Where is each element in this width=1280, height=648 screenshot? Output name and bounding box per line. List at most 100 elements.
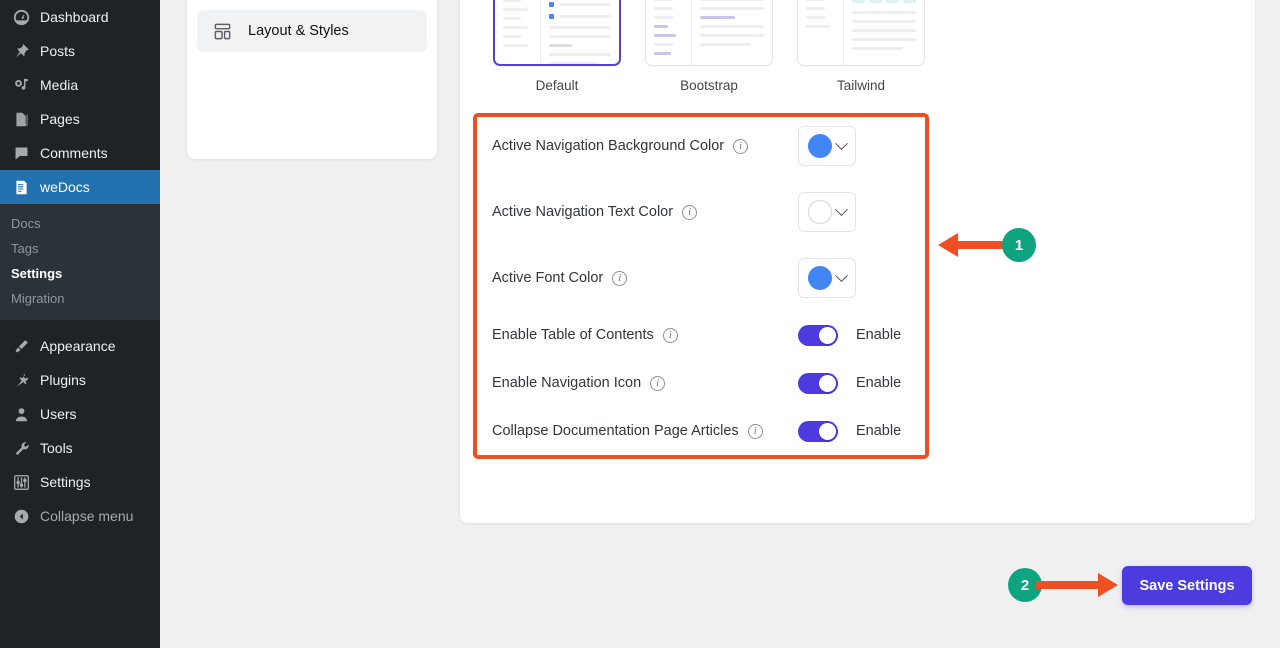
comments-icon bbox=[11, 143, 31, 163]
info-icon[interactable]: i bbox=[733, 138, 749, 154]
user-icon bbox=[11, 404, 31, 424]
submenu-item-settings[interactable]: Settings bbox=[0, 261, 160, 286]
sidebar-item-plugins[interactable]: Plugins bbox=[0, 363, 160, 397]
color-picker-button[interactable] bbox=[798, 192, 856, 232]
info-icon[interactable]: i bbox=[662, 327, 678, 343]
screen-root: Dashboard Posts Media Pages Comments weD… bbox=[0, 0, 1280, 648]
toggle-switch[interactable] bbox=[798, 372, 838, 394]
sidebar-item-appearance[interactable]: Appearance bbox=[0, 329, 160, 363]
toggle-state-label: Enable bbox=[856, 423, 902, 439]
sidebar-label: Pages bbox=[40, 111, 80, 127]
sidebar-label: weDocs bbox=[40, 179, 90, 195]
save-settings-button[interactable]: Save Settings bbox=[1122, 566, 1252, 605]
annotation-1: 1 bbox=[932, 228, 1036, 267]
sidebar-item-comments[interactable]: Comments bbox=[0, 136, 160, 170]
template-option-tailwind[interactable]: Tailwind bbox=[797, 0, 925, 93]
sidebar-item-media[interactable]: Media bbox=[0, 68, 160, 102]
template-thumbnail[interactable] bbox=[493, 0, 621, 66]
sidebar-label: Posts bbox=[40, 43, 76, 59]
settings-nav-panel: Widget Preference Layout & Styles bbox=[187, 0, 437, 159]
setting-label: Active Font Color i bbox=[492, 270, 628, 286]
setting-control bbox=[798, 258, 856, 298]
template-label: Bootstrap bbox=[680, 78, 738, 93]
collapse-menu-button[interactable]: Collapse menu bbox=[0, 499, 160, 533]
sidebar-label: Media bbox=[40, 77, 79, 93]
setting-label: Enable Table of Contents i bbox=[492, 327, 678, 343]
toggle-switch[interactable] bbox=[798, 420, 838, 442]
template-thumbnail[interactable] bbox=[797, 0, 925, 66]
setting-control bbox=[798, 192, 856, 232]
submenu-item-tags[interactable]: Tags bbox=[0, 236, 160, 261]
setting-label: Active Navigation Background Color i bbox=[492, 138, 749, 154]
layout-icon bbox=[211, 20, 233, 42]
sidebar-label: Users bbox=[40, 406, 77, 422]
nav-item-layout-and-styles[interactable]: Layout & Styles bbox=[197, 10, 427, 52]
info-icon[interactable]: i bbox=[747, 423, 763, 439]
sidebar-item-users[interactable]: Users bbox=[0, 397, 160, 431]
document-icon bbox=[11, 177, 31, 197]
sidebar-item-settings[interactable]: Settings bbox=[0, 465, 160, 499]
setting-control bbox=[798, 126, 856, 166]
info-icon[interactable]: i bbox=[650, 375, 666, 391]
pages-icon bbox=[11, 109, 31, 129]
chevron-down-icon bbox=[835, 136, 848, 150]
setting-label: Active Navigation Text Color i bbox=[492, 204, 698, 220]
wordpress-admin-sidebar: Dashboard Posts Media Pages Comments weD… bbox=[0, 0, 168, 648]
toggle-state-label: Enable bbox=[856, 375, 902, 391]
setting-control: Enable bbox=[798, 324, 901, 346]
thumb-sidebar-preview bbox=[646, 0, 691, 65]
info-icon[interactable]: i bbox=[612, 270, 628, 286]
brush-icon bbox=[11, 336, 31, 356]
setting-row-active-font-color: Active Font Color i bbox=[480, 245, 935, 311]
collapse-arrow-icon bbox=[11, 506, 31, 526]
nav-item-widget-preference[interactable]: Widget Preference bbox=[197, 0, 427, 10]
thumb-content-preview bbox=[691, 0, 772, 65]
color-swatch bbox=[808, 200, 832, 224]
setting-label: Enable Navigation Icon i bbox=[492, 375, 666, 391]
media-icon bbox=[11, 75, 31, 95]
template-label: Default bbox=[535, 78, 579, 93]
sidebar-label: Appearance bbox=[40, 338, 116, 354]
collapse-menu-label: Collapse menu bbox=[40, 508, 134, 524]
arrow-right-icon bbox=[1036, 573, 1118, 597]
color-picker-button[interactable] bbox=[798, 258, 856, 298]
thumb-sidebar-preview bbox=[798, 0, 843, 65]
color-picker-button[interactable] bbox=[798, 126, 856, 166]
template-option-default[interactable]: Default bbox=[493, 0, 621, 93]
template-option-bootstrap[interactable]: Bootstrap bbox=[645, 0, 773, 93]
toggle-switch[interactable] bbox=[798, 324, 838, 346]
submenu-item-migration[interactable]: Migration bbox=[0, 286, 160, 311]
sidebar-label: Tools bbox=[40, 440, 73, 456]
template-thumbnail[interactable] bbox=[645, 0, 773, 66]
sidebar-label: Settings bbox=[40, 474, 91, 490]
sliders-icon bbox=[11, 472, 31, 492]
sidebar-item-pages[interactable]: Pages bbox=[0, 102, 160, 136]
thumb-sidebar-preview bbox=[495, 0, 540, 64]
sidebar-item-wedocs[interactable]: weDocs bbox=[0, 170, 168, 204]
setting-row-collapse-documentation-page-articles: Collapse Documentation Page Articles i E… bbox=[480, 407, 935, 455]
template-chooser: Default Bootstrap Tailwind bbox=[493, 0, 925, 93]
wedocs-submenu: Docs Tags Settings Migration bbox=[0, 204, 160, 320]
thumb-content-preview bbox=[843, 0, 924, 65]
plug-icon bbox=[11, 370, 31, 390]
sidebar-label: Dashboard bbox=[40, 9, 109, 25]
setting-row-active-nav-bg-color: Active Navigation Background Color i bbox=[480, 113, 935, 179]
annotation-badge: 1 bbox=[1002, 228, 1036, 262]
color-swatch bbox=[808, 134, 832, 158]
color-swatch bbox=[808, 266, 832, 290]
sidebar-item-posts[interactable]: Posts bbox=[0, 34, 160, 68]
setting-row-enable-table-of-contents: Enable Table of Contents i Enable bbox=[480, 311, 935, 359]
info-icon[interactable]: i bbox=[682, 204, 698, 220]
dashboard-icon bbox=[11, 7, 31, 27]
pin-icon bbox=[11, 41, 31, 61]
setting-row-enable-navigation-icon: Enable Navigation Icon i Enable bbox=[480, 359, 935, 407]
setting-row-active-nav-text-color: Active Navigation Text Color i bbox=[480, 179, 935, 245]
chevron-down-icon bbox=[835, 268, 848, 282]
thumb-content-preview bbox=[539, 0, 619, 64]
nav-item-label: Layout & Styles bbox=[248, 23, 349, 39]
sidebar-item-tools[interactable]: Tools bbox=[0, 431, 160, 465]
sidebar-divider bbox=[0, 320, 160, 329]
submenu-item-docs[interactable]: Docs bbox=[0, 211, 160, 236]
template-label: Tailwind bbox=[836, 78, 886, 93]
sidebar-item-dashboard[interactable]: Dashboard bbox=[0, 0, 160, 34]
